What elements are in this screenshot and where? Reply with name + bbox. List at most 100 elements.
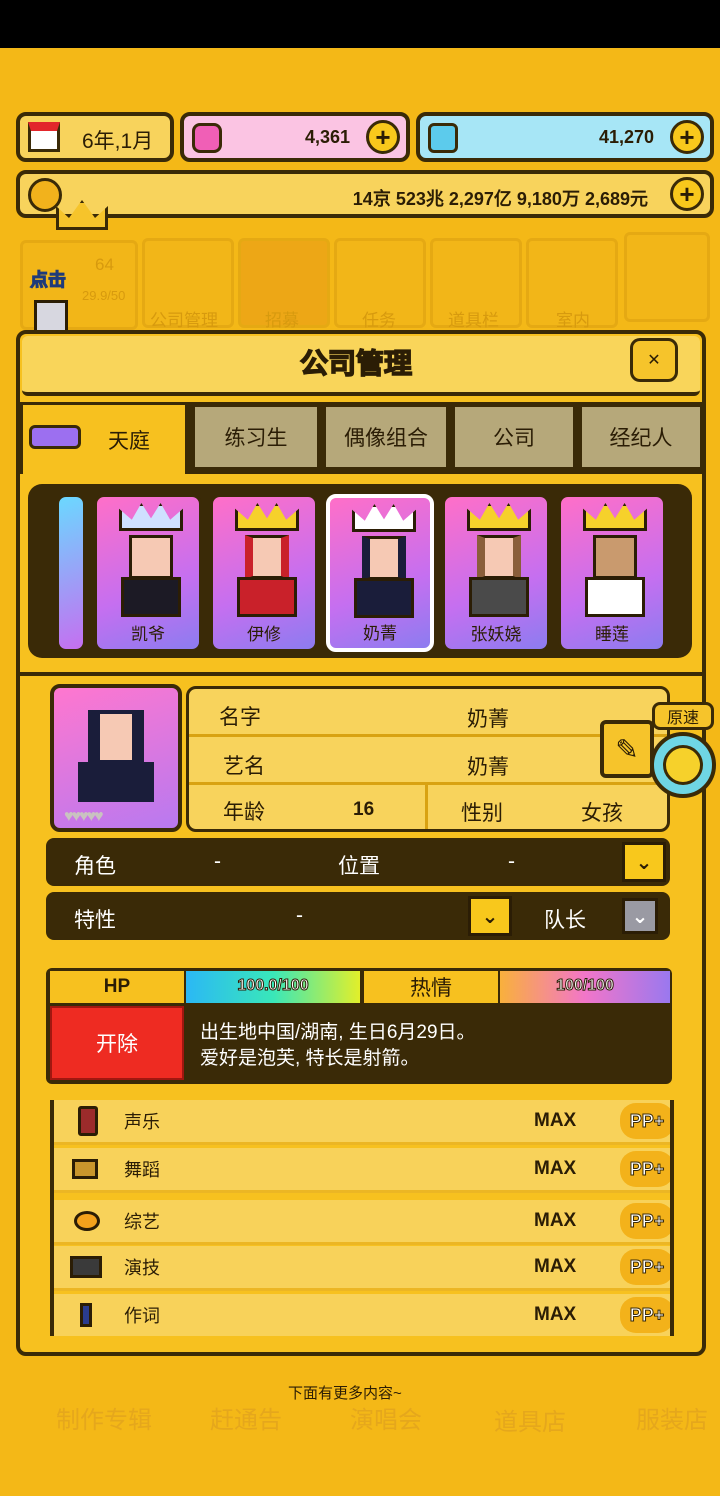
tab-idol-group[interactable]: 偶像组合	[323, 404, 449, 470]
portrait-head	[88, 710, 144, 764]
tab-label: 公司	[493, 427, 535, 450]
member-avatar	[129, 535, 173, 579]
dialog-title: 公司管理	[299, 347, 413, 380]
dance-shoe-icon	[72, 1159, 98, 1179]
skill-name: 演技	[124, 1258, 160, 1278]
bg-bottom-item: 服装店	[636, 1407, 708, 1434]
stage-name-label: 艺名	[223, 755, 265, 778]
tab-company[interactable]: 公司	[452, 404, 576, 470]
member-name: 张妖娆	[470, 625, 522, 644]
trait-label: 特性	[74, 909, 116, 932]
clock-icon	[663, 745, 703, 785]
name-value: 奶菁	[467, 708, 509, 731]
date-text: 6年,1月	[82, 130, 154, 153]
gender-value: 女孩	[581, 802, 623, 825]
member-outfit	[469, 577, 529, 617]
pp-plus-button[interactable]: PP+	[620, 1203, 670, 1239]
bg-mail-tile	[624, 232, 710, 322]
tab-heaven[interactable]: 天庭	[20, 402, 188, 474]
hearts-icon: ♥♥♥♥♥	[64, 808, 103, 825]
skill-value: MAX	[534, 1210, 577, 1231]
crown-icon	[352, 504, 416, 532]
calendar-icon	[28, 122, 60, 152]
close-icon: ✕	[647, 352, 661, 369]
hp-label-cell: HP	[50, 971, 184, 1003]
member-outfit	[585, 577, 645, 617]
member-card[interactable]: 伊修	[210, 494, 318, 652]
diamond-icon	[428, 123, 458, 153]
money-amount: 14京 523兆 2,297亿 9,180万 2,689元	[352, 189, 648, 209]
gem-count: 4,361	[304, 127, 350, 147]
skill-value: MAX	[534, 1304, 577, 1325]
money-counter: 14京 523兆 2,297亿 9,180万 2,689元 +	[16, 170, 714, 218]
pp-plus-button[interactable]: PP+	[620, 1249, 670, 1285]
member-card[interactable]: 张妖娆	[442, 494, 550, 652]
close-button[interactable]: ✕	[630, 338, 678, 382]
speed-clock-button[interactable]	[650, 732, 716, 798]
leader-label: 队长	[544, 909, 586, 932]
skill-name: 作词	[124, 1306, 160, 1326]
diamond-count: 41,270	[598, 127, 654, 147]
stage-name-value: 奶菁	[467, 756, 509, 779]
passion-label-cell: 热情	[364, 971, 498, 1003]
pp-plus-button[interactable]: PP+	[620, 1297, 670, 1333]
bg-bottom-item: 赶通告	[210, 1407, 282, 1434]
diamond-counter: 41,270 +	[416, 112, 714, 162]
microphone-icon	[78, 1106, 98, 1136]
hp-bar: 100.0/100	[186, 971, 360, 1003]
member-outfit	[354, 578, 414, 618]
position-dropdown[interactable]: ⌄	[622, 842, 666, 882]
skill-name: 舞蹈	[124, 1160, 160, 1180]
name-label: 名字	[219, 706, 261, 729]
add-diamonds-button[interactable]: +	[670, 120, 704, 154]
age-value: 16	[353, 799, 375, 820]
skill-value: MAX	[534, 1256, 577, 1277]
pp-plus-button[interactable]: PP+	[620, 1103, 670, 1139]
tab-label: 偶像组合	[344, 427, 428, 450]
position-value: -	[508, 850, 515, 873]
role-label: 角色	[74, 855, 116, 878]
click-hint: 点击	[30, 270, 67, 291]
pen-icon	[80, 1303, 92, 1327]
skill-row: 舞蹈 MAX PP+	[54, 1148, 670, 1193]
bg-exp: 29.9/50	[82, 288, 126, 303]
trait-leader-bar: 特性 - ⌄ 队长 ⌄	[46, 892, 670, 940]
tab-label: 练习生	[224, 427, 288, 450]
leader-checkbox[interactable]: ⌄	[622, 898, 658, 934]
crown-icon	[467, 503, 531, 531]
member-card[interactable]: 睡莲	[558, 494, 666, 652]
skill-row: 演技 MAX PP+	[54, 1246, 670, 1291]
skill-row: 作词 MAX PP+	[54, 1294, 670, 1336]
bg-level: 64	[95, 255, 114, 274]
crown-icon	[119, 503, 183, 531]
divider	[20, 672, 704, 676]
pp-plus-button[interactable]: PP+	[620, 1151, 670, 1187]
add-money-button[interactable]: +	[670, 177, 704, 211]
tab-manager[interactable]: 经纪人	[579, 404, 703, 470]
pencil-icon: ✎	[615, 733, 639, 765]
trait-dropdown[interactable]: ⌄	[468, 896, 512, 936]
member-outfit	[121, 577, 181, 617]
chevron-down-icon: ⌄	[635, 851, 653, 874]
fire-button[interactable]: 开除	[50, 1006, 184, 1080]
member-avatar	[593, 535, 637, 579]
age-label: 年龄	[223, 801, 265, 824]
member-card-partial[interactable]	[56, 494, 86, 652]
date-display: 6年,1月	[16, 112, 174, 162]
passion-bar: 100/100	[500, 971, 670, 1003]
variety-mask-icon	[74, 1211, 100, 1231]
crown-icon	[583, 503, 647, 531]
tab-trainee[interactable]: 练习生	[192, 404, 320, 470]
member-avatar	[245, 535, 289, 579]
bio-line-1: 出生地中国/湖南, 生日6月29日。	[200, 1022, 476, 1043]
add-gems-button[interactable]: +	[366, 120, 400, 154]
member-card[interactable]: 凯爷	[94, 494, 202, 652]
role-value: -	[214, 850, 221, 873]
check-icon: ⌄	[631, 905, 649, 928]
member-card-selected[interactable]: 奶菁	[326, 494, 434, 652]
edit-name-button[interactable]: ✎	[600, 720, 654, 778]
member-name: 凯爷	[131, 625, 165, 644]
member-avatar	[362, 536, 406, 580]
member-name: 睡莲	[595, 625, 629, 644]
tab-label: 经纪人	[609, 427, 673, 450]
